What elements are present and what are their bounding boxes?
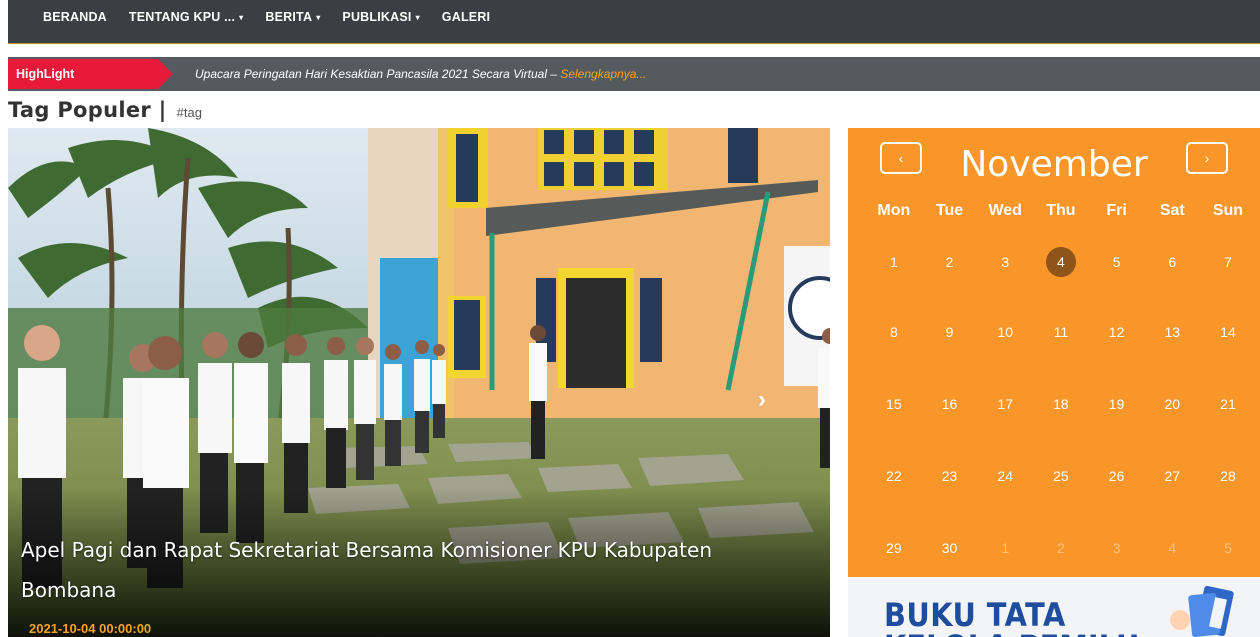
caret-down-icon: ▾ xyxy=(239,12,244,22)
calendar-day[interactable]: 11 xyxy=(1033,324,1089,340)
calendar-day[interactable]: 30 xyxy=(922,540,978,556)
calendar-day[interactable]: 25 xyxy=(1033,468,1089,484)
calendar-day[interactable]: 8 xyxy=(866,324,922,340)
nav-menu: BERANDA TENTANG KPU ... ▾ BERITA ▾ PUBLIKA… xyxy=(8,0,1260,34)
weekday-header: Mon Tue Wed Thu Fri Sat Sun xyxy=(866,202,1256,220)
slide-date: 2021-10-04 00:00:00 xyxy=(29,621,152,636)
highlight-ticker[interactable]: Upacara Peringatan Hari Kesaktian Pancas… xyxy=(195,57,646,91)
calendar-day-next-month[interactable]: 4 xyxy=(1144,540,1200,556)
calendar-day[interactable]: 16 xyxy=(922,396,978,412)
calendar-day[interactable]: 3 xyxy=(977,254,1033,270)
slide-caption[interactable]: Apel Pagi dan Rapat Sekretariat Bersama … xyxy=(21,530,781,610)
banner-subtitle: KELOLA PEMILU xyxy=(884,628,1139,637)
nav-item-galeri[interactable]: GALERI xyxy=(431,10,501,24)
calendar-day-next-month[interactable]: 1 xyxy=(977,540,1033,556)
weekday-label: Sun xyxy=(1212,202,1244,219)
calendar-day-today[interactable]: 4 xyxy=(1033,254,1089,270)
calendar-week: 15 16 17 18 19 20 21 xyxy=(866,396,1256,412)
calendar-day[interactable]: 22 xyxy=(866,468,922,484)
calendar-day[interactable]: 24 xyxy=(977,468,1033,484)
calendar-day[interactable]: 20 xyxy=(1144,396,1200,412)
calendar-day[interactable]: 12 xyxy=(1089,324,1145,340)
book-illustration-icon xyxy=(1170,585,1234,637)
calendar-day[interactable]: 13 xyxy=(1144,324,1200,340)
calendar-week: 1 2 3 4 5 6 7 xyxy=(866,254,1256,270)
calendar-day[interactable]: 7 xyxy=(1200,254,1256,270)
highlight-text[interactable]: Upacara Peringatan Hari Kesaktian Pancas… xyxy=(195,67,560,81)
popular-tags-title: Tag Populer | xyxy=(8,98,167,122)
calendar-day[interactable]: 21 xyxy=(1200,396,1256,412)
calendar-day[interactable]: 27 xyxy=(1144,468,1200,484)
buku-tata-kelola-banner[interactable]: BUKU TATA KELOLA PEMILU xyxy=(848,578,1260,637)
nav-item-tentang-kpu[interactable]: TENTANG KPU ... ▾ xyxy=(118,10,254,24)
nav-item-berita[interactable]: BERITA ▾ xyxy=(254,10,331,24)
weekday-label: Thu xyxy=(1046,202,1076,219)
nav-item-beranda[interactable]: BERANDA xyxy=(32,10,118,24)
caret-down-icon: ▾ xyxy=(415,12,420,22)
weekday-label: Sat xyxy=(1159,202,1185,219)
calendar-day[interactable]: 18 xyxy=(1033,396,1089,412)
calendar-day[interactable]: 15 xyxy=(866,396,922,412)
calendar-day[interactable]: 9 xyxy=(922,324,978,340)
next-month-button[interactable]: › xyxy=(1186,142,1228,174)
calendar-day-next-month[interactable]: 2 xyxy=(1033,540,1089,556)
calendar-day[interactable]: 10 xyxy=(977,324,1033,340)
calendar-day[interactable]: 23 xyxy=(922,468,978,484)
highlight-label: HighLight xyxy=(8,59,173,89)
calendar-day-next-month[interactable]: 3 xyxy=(1089,540,1145,556)
top-navigation: BERANDA TENTANG KPU ... ▾ BERITA ▾ PUBLIKA… xyxy=(8,0,1260,44)
weekday-label: Mon xyxy=(877,202,911,219)
calendar-day[interactable]: 28 xyxy=(1200,468,1256,484)
highlight-bar: HighLight Upacara Peringatan Hari Kesakt… xyxy=(8,57,1260,91)
calendar-day[interactable]: 5 xyxy=(1089,254,1145,270)
calendar-widget: ‹ November › Mon Tue Wed Thu Fri Sat Sun… xyxy=(848,128,1260,577)
slider-next-icon[interactable]: › xyxy=(758,386,766,414)
calendar-day[interactable]: 26 xyxy=(1089,468,1145,484)
calendar-day[interactable]: 29 xyxy=(866,540,922,556)
popular-tags: Tag Populer | #tag xyxy=(8,98,202,124)
weekday-label: Fri xyxy=(1106,202,1127,219)
calendar-day[interactable]: 14 xyxy=(1200,324,1256,340)
calendar-day-next-month[interactable]: 5 xyxy=(1200,540,1256,556)
nav-item-publikasi[interactable]: PUBLIKASI ▾ xyxy=(331,10,430,24)
calendar-week: 22 23 24 25 26 27 28 xyxy=(866,468,1256,484)
calendar-day[interactable]: 19 xyxy=(1089,396,1145,412)
read-more-link[interactable]: Selengkapnya... xyxy=(560,67,646,81)
calendar-day[interactable]: 1 xyxy=(866,254,922,270)
calendar-week: 29 30 1 2 3 4 5 xyxy=(866,540,1256,556)
tag-link[interactable]: #tag xyxy=(177,105,202,120)
calendar-week: 8 9 10 11 12 13 14 xyxy=(866,324,1256,340)
weekday-label: Wed xyxy=(988,202,1022,219)
calendar-day[interactable]: 2 xyxy=(922,254,978,270)
calendar-day[interactable]: 6 xyxy=(1144,254,1200,270)
weekday-label: Tue xyxy=(935,202,964,219)
caret-down-icon: ▾ xyxy=(316,12,321,22)
calendar-day[interactable]: 17 xyxy=(977,396,1033,412)
